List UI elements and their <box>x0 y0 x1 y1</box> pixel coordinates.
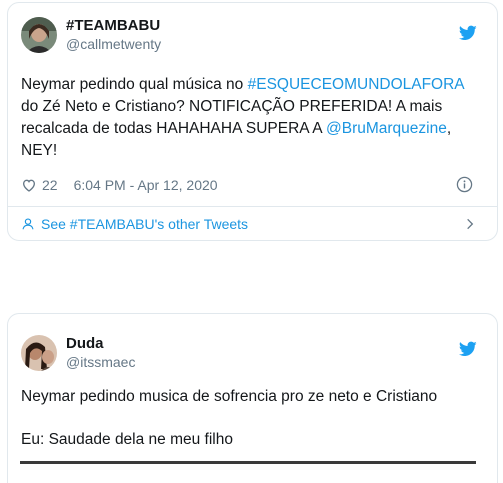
tweet-text-line: Neymar pedindo musica de sofrencia pro z… <box>21 388 438 405</box>
tweet-header: Duda @itssmaec <box>21 335 135 372</box>
timestamp[interactable]: 6:04 PM - Apr 12, 2020 <box>74 177 218 193</box>
user-handle[interactable]: @itssmaec <box>66 354 135 372</box>
chevron-right-icon[interactable] <box>463 217 477 231</box>
twitter-bird-icon[interactable] <box>459 341 477 357</box>
tweet-text: Neymar pedindo qual música no #ESQUECEOM… <box>21 74 485 162</box>
tweet-header: #TEAMBABU @callmetwenty <box>21 17 161 54</box>
tweet-card: #TEAMBABU @callmetwenty Neymar pedindo q… <box>7 2 498 241</box>
see-other-tweets-link[interactable]: See #TEAMBABU's other Tweets <box>21 213 485 235</box>
twitter-bird-icon[interactable] <box>459 25 477 41</box>
hashtag-link[interactable]: #ESQUECEOMUNDOLAFORA <box>248 76 464 93</box>
display-name[interactable]: Duda <box>66 335 135 354</box>
info-icon[interactable] <box>456 176 473 193</box>
like-count[interactable]: 22 <box>42 177 58 193</box>
heart-icon[interactable] <box>21 177 37 193</box>
tweet-card: Duda @itssmaec Neymar pedindo musica de … <box>7 313 498 483</box>
tweet-text-line: Eu: Saudade dela ne meu filho <box>21 431 233 448</box>
see-other-tweets-label[interactable]: See #TEAMBABU's other Tweets <box>41 216 248 232</box>
user-icon <box>22 218 34 230</box>
user-handle[interactable]: @callmetwenty <box>66 36 161 54</box>
avatar[interactable] <box>21 17 57 54</box>
tweet-meta: 22 6:04 PM - Apr 12, 2020 <box>21 174 485 196</box>
mention-link[interactable]: @BruMarquezine <box>326 120 447 137</box>
tweet-text-segment: Neymar pedindo qual música no <box>21 76 248 93</box>
divider <box>8 206 497 207</box>
avatar[interactable] <box>21 335 57 372</box>
display-name[interactable]: #TEAMBABU <box>66 17 161 36</box>
